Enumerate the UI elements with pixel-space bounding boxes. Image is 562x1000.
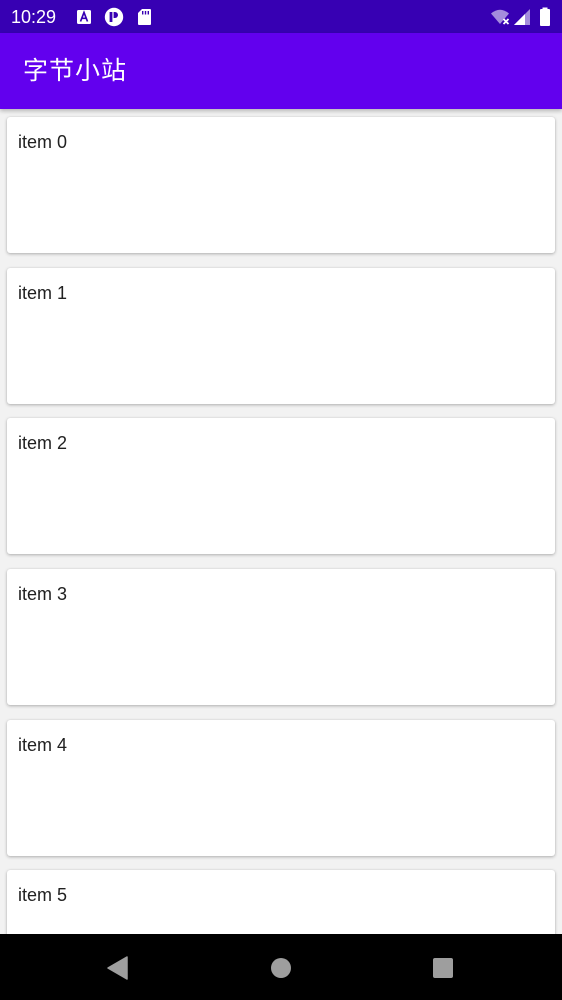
list-item-label: item 1 bbox=[18, 283, 68, 303]
list-item[interactable]: item 0 bbox=[7, 117, 555, 253]
list-item-label: item 0 bbox=[18, 132, 68, 152]
navigation-bar bbox=[0, 934, 562, 1000]
back-triangle-icon[interactable] bbox=[96, 946, 140, 990]
list-item[interactable]: item 3 bbox=[7, 569, 555, 705]
list-item-label: item 5 bbox=[18, 885, 68, 905]
list-item[interactable]: item 1 bbox=[7, 268, 555, 404]
profile-p-icon bbox=[104, 7, 124, 27]
font-a-icon bbox=[77, 10, 91, 24]
status-time: 10:29 bbox=[11, 7, 57, 27]
sd-card-icon bbox=[138, 9, 151, 25]
recents-square-icon[interactable] bbox=[421, 946, 465, 990]
item-list[interactable]: item 0 item 1 item 2 item 3 item 4 item … bbox=[0, 109, 562, 934]
list-item[interactable]: item 2 bbox=[7, 418, 555, 554]
status-bar: 10:29 bbox=[0, 0, 562, 33]
home-circle-icon[interactable] bbox=[259, 946, 303, 990]
app-title: 字节小站 bbox=[23, 56, 128, 85]
battery-icon bbox=[540, 7, 550, 26]
list-item-label: item 4 bbox=[18, 735, 68, 755]
list-item[interactable]: item 5 bbox=[7, 870, 555, 934]
app-bar: 字节小站 bbox=[0, 33, 562, 109]
list-item-label: item 2 bbox=[18, 433, 68, 453]
list-item[interactable]: item 4 bbox=[7, 720, 555, 856]
list-item-label: item 3 bbox=[18, 584, 68, 604]
cell-signal-icon bbox=[514, 9, 530, 25]
wifi-no-connection-icon bbox=[491, 9, 510, 25]
